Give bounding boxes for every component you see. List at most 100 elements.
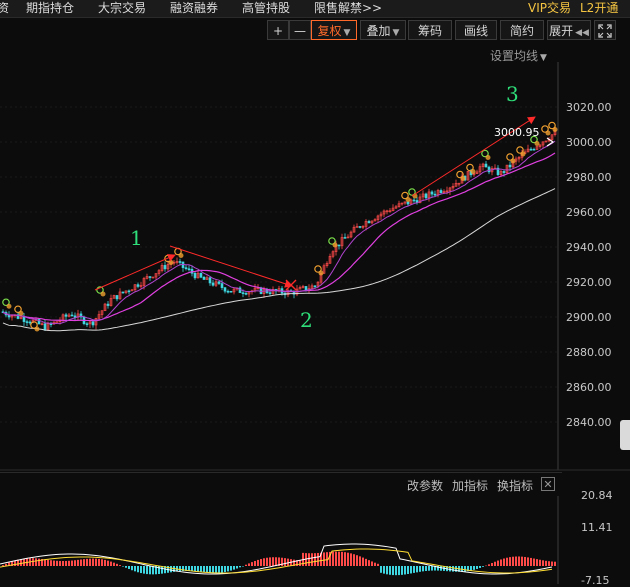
modify-params-button[interactable]: 改参数 xyxy=(407,477,443,494)
candle-body xyxy=(64,314,68,317)
macd-histogram xyxy=(2,551,556,576)
ma-long-line xyxy=(2,188,556,332)
macd-bar xyxy=(503,558,505,566)
macd-bar xyxy=(542,560,544,566)
candle-body xyxy=(199,272,203,278)
macd-bar xyxy=(356,555,358,566)
macd-bar xyxy=(311,553,313,566)
candle-body xyxy=(202,276,206,280)
macd-bar xyxy=(245,564,247,566)
macd-bar xyxy=(254,560,256,566)
menu-item-executive-holdings[interactable]: 高管持股 xyxy=(242,0,290,17)
macd-bar xyxy=(59,560,61,566)
macd-bar xyxy=(317,552,319,566)
macd-bar xyxy=(32,558,34,566)
macd-bar xyxy=(416,566,418,573)
signal-markers xyxy=(2,121,558,332)
macd-bar xyxy=(401,566,403,575)
price-tick: 3020.00 xyxy=(566,101,612,114)
macd-bar xyxy=(479,566,481,568)
candle-body xyxy=(484,163,488,168)
macd-bar xyxy=(323,552,325,566)
price-tick: 2920.00 xyxy=(566,276,612,289)
ma-mid-line xyxy=(2,152,556,322)
close-icon[interactable]: ✕ xyxy=(541,477,555,491)
price-tick: 3000.00 xyxy=(566,136,612,149)
macd-bar xyxy=(92,558,94,566)
macd-bar xyxy=(470,566,472,571)
macd-bar xyxy=(242,566,244,567)
macd-bar xyxy=(335,551,337,566)
vip-trade-link[interactable]: VIP交易 xyxy=(528,0,571,17)
macd-bar xyxy=(197,566,199,572)
candle-body xyxy=(208,277,212,284)
macd-bar xyxy=(365,558,367,566)
macd-bar xyxy=(110,561,112,566)
candle-body xyxy=(184,267,188,270)
candle-body xyxy=(508,164,512,168)
macd-bar xyxy=(341,551,343,566)
overlay-button[interactable]: 叠加 ▼ xyxy=(360,20,406,40)
macd-bar xyxy=(113,562,115,566)
menu-item-futures-position[interactable]: 期指持仓 xyxy=(26,0,74,17)
signal-dot xyxy=(534,141,540,146)
macd-bar xyxy=(101,559,103,566)
macd-bar xyxy=(332,551,334,566)
macd-bar xyxy=(44,559,46,566)
macd-bar xyxy=(149,566,151,575)
zoom-in-button[interactable]: + xyxy=(267,20,289,40)
wave-label-3: 3 xyxy=(506,82,519,106)
signal-dot xyxy=(485,155,491,160)
fullscreen-button[interactable] xyxy=(594,20,616,40)
overlay-label: 叠加 xyxy=(366,24,391,38)
chip-distribution-button[interactable]: 筹码 xyxy=(408,20,452,40)
add-indicator-button[interactable]: 加指标 xyxy=(452,477,488,494)
menu-item-0[interactable]: 资 xyxy=(0,0,9,17)
macd-indicator-chart[interactable] xyxy=(0,496,630,584)
chart-grid xyxy=(0,106,558,423)
menu-item-margin-trading[interactable]: 融资融券 xyxy=(170,0,218,17)
price-tick: 2840.00 xyxy=(566,416,612,429)
candle-body xyxy=(136,284,140,287)
signal-dot xyxy=(332,242,338,248)
zoom-out-button[interactable]: — xyxy=(289,20,311,40)
macd-bar xyxy=(362,557,364,566)
price-tick: 2900.00 xyxy=(566,311,612,324)
macd-bar xyxy=(146,566,148,575)
double-left-arrow-icon: ◀◀ xyxy=(575,28,589,38)
macd-bar xyxy=(551,561,553,566)
macd-bar xyxy=(299,560,301,566)
macd-bar xyxy=(530,557,532,566)
candlestick-chart[interactable] xyxy=(0,44,630,472)
candle-body xyxy=(115,295,119,300)
side-panel-handle[interactable] xyxy=(620,420,630,450)
macd-bar xyxy=(131,566,133,571)
signal-dot xyxy=(552,127,558,132)
menu-item-lockup-release[interactable]: 限售解禁>> xyxy=(314,0,382,17)
draw-line-button[interactable]: 画线 xyxy=(455,20,497,40)
macd-bar xyxy=(413,566,415,573)
menu-item-block-trade[interactable]: 大宗交易 xyxy=(98,0,146,17)
candle-body xyxy=(85,323,89,325)
adjust-rights-button[interactable]: 复权 ▼ xyxy=(311,20,357,40)
l2-open-link[interactable]: L2开通 xyxy=(580,0,618,17)
candle-body xyxy=(532,148,536,151)
macd-bar xyxy=(347,552,349,566)
macd-bar xyxy=(383,566,385,574)
switch-indicator-button[interactable]: 换指标 xyxy=(497,477,533,494)
macd-bar xyxy=(485,565,487,567)
expand-button[interactable]: 展开 ◀◀ xyxy=(547,20,591,40)
stock-chart-app: 资 期指持仓 大宗交易 融资融券 高管持股 限售解禁>> VIP交易 L2开通 … xyxy=(0,0,630,587)
wave-label-2: 2 xyxy=(300,308,313,332)
candle-body xyxy=(439,190,443,193)
macd-bar xyxy=(521,556,523,566)
macd-bar xyxy=(395,566,397,576)
top-menu-bar: 资 期指持仓 大宗交易 融资融券 高管持股 限售解禁>> VIP交易 L2开通 xyxy=(0,0,630,18)
macd-bar xyxy=(272,557,274,566)
simple-mode-button[interactable]: 简约 xyxy=(500,20,544,40)
price-tick: 2860.00 xyxy=(566,381,612,394)
macd-bar xyxy=(506,557,508,566)
macd-bar xyxy=(344,552,346,566)
candle-body xyxy=(229,290,233,293)
candle-body xyxy=(70,314,74,317)
